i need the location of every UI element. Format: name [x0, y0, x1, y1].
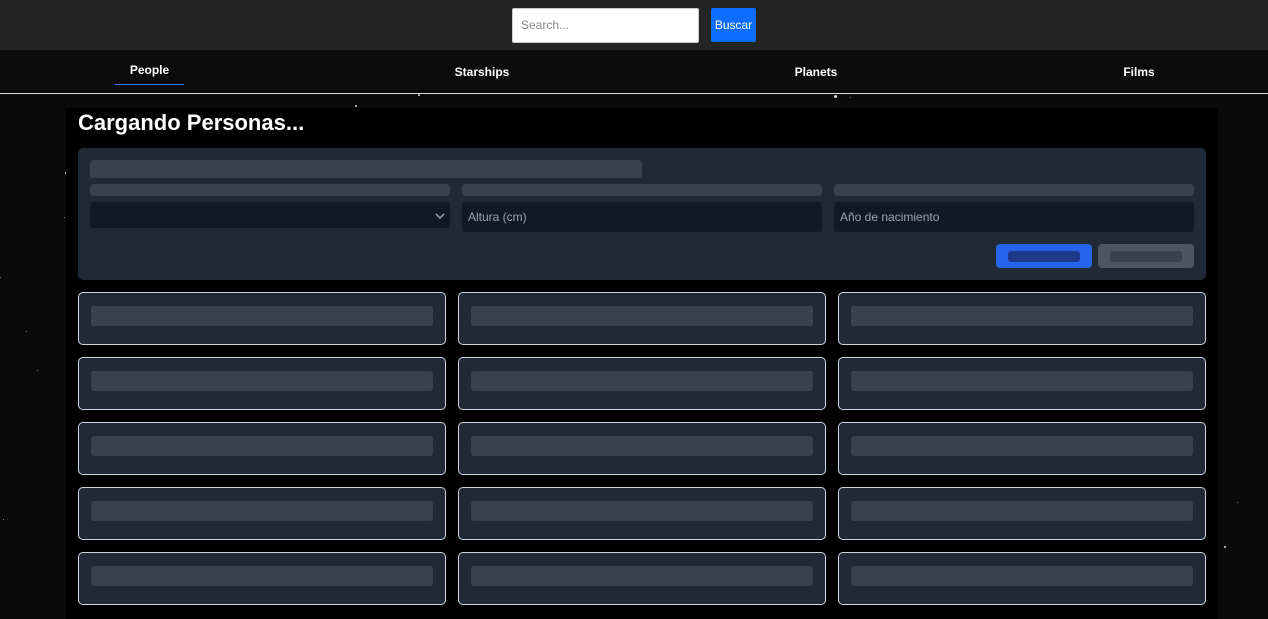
card-text-skeleton: [851, 436, 1193, 456]
person-card-skeleton[interactable]: [838, 292, 1206, 345]
tab-planets[interactable]: Planets: [780, 50, 852, 93]
card-text-skeleton: [851, 501, 1193, 521]
card-text-skeleton: [851, 566, 1193, 586]
gender-select[interactable]: [90, 202, 450, 228]
filter-label-skeleton: [834, 184, 1194, 196]
card-text-skeleton: [471, 436, 813, 456]
tab-people[interactable]: People: [115, 48, 184, 91]
person-card-skeleton[interactable]: [458, 357, 826, 410]
person-card-skeleton[interactable]: [78, 487, 446, 540]
card-text-skeleton: [91, 501, 433, 521]
person-card-skeleton[interactable]: [838, 357, 1206, 410]
main-content: Cargando Personas... Altura (cm) Año de …: [66, 108, 1218, 619]
card-text-skeleton: [91, 371, 433, 391]
card-text-skeleton: [471, 371, 813, 391]
filter-title-skeleton: [90, 160, 642, 178]
person-card-skeleton[interactable]: [838, 487, 1206, 540]
tab-films[interactable]: Films: [1110, 50, 1168, 93]
person-card-skeleton[interactable]: [458, 487, 826, 540]
card-text-skeleton: [91, 566, 433, 586]
height-placeholder: Altura (cm): [468, 210, 527, 224]
main-navigation: People Starships Planets Films: [0, 50, 1268, 94]
card-text-skeleton: [471, 501, 813, 521]
person-card-skeleton[interactable]: [838, 422, 1206, 475]
card-text-skeleton: [471, 306, 813, 326]
person-card-skeleton[interactable]: [458, 552, 826, 605]
card-text-skeleton: [91, 436, 433, 456]
filter-label-skeleton: [462, 184, 822, 196]
tab-starships[interactable]: Starships: [440, 50, 524, 93]
person-card-skeleton[interactable]: [78, 552, 446, 605]
search-input[interactable]: [512, 7, 699, 43]
filter-panel: Altura (cm) Año de nacimiento: [78, 148, 1206, 280]
apply-filters-button[interactable]: [996, 244, 1092, 268]
person-card-skeleton[interactable]: [458, 422, 826, 475]
person-card-skeleton[interactable]: [838, 552, 1206, 605]
card-text-skeleton: [851, 306, 1193, 326]
card-text-skeleton: [91, 306, 433, 326]
chevron-down-icon: [435, 213, 445, 220]
person-card-skeleton[interactable]: [78, 292, 446, 345]
page-title: Cargando Personas...: [78, 110, 305, 135]
birth-year-placeholder: Año de nacimiento: [840, 210, 940, 224]
person-card-skeleton[interactable]: [78, 422, 446, 475]
person-card-skeleton[interactable]: [78, 357, 446, 410]
card-text-skeleton: [471, 566, 813, 586]
height-field[interactable]: Altura (cm): [462, 202, 822, 232]
top-search-bar: Buscar: [0, 0, 1268, 50]
person-card-skeleton[interactable]: [458, 292, 826, 345]
birth-year-field[interactable]: Año de nacimiento: [834, 202, 1194, 232]
search-button[interactable]: Buscar: [711, 8, 756, 42]
clear-filters-button[interactable]: [1098, 244, 1194, 268]
filter-label-skeleton: [90, 184, 450, 196]
card-text-skeleton: [851, 371, 1193, 391]
